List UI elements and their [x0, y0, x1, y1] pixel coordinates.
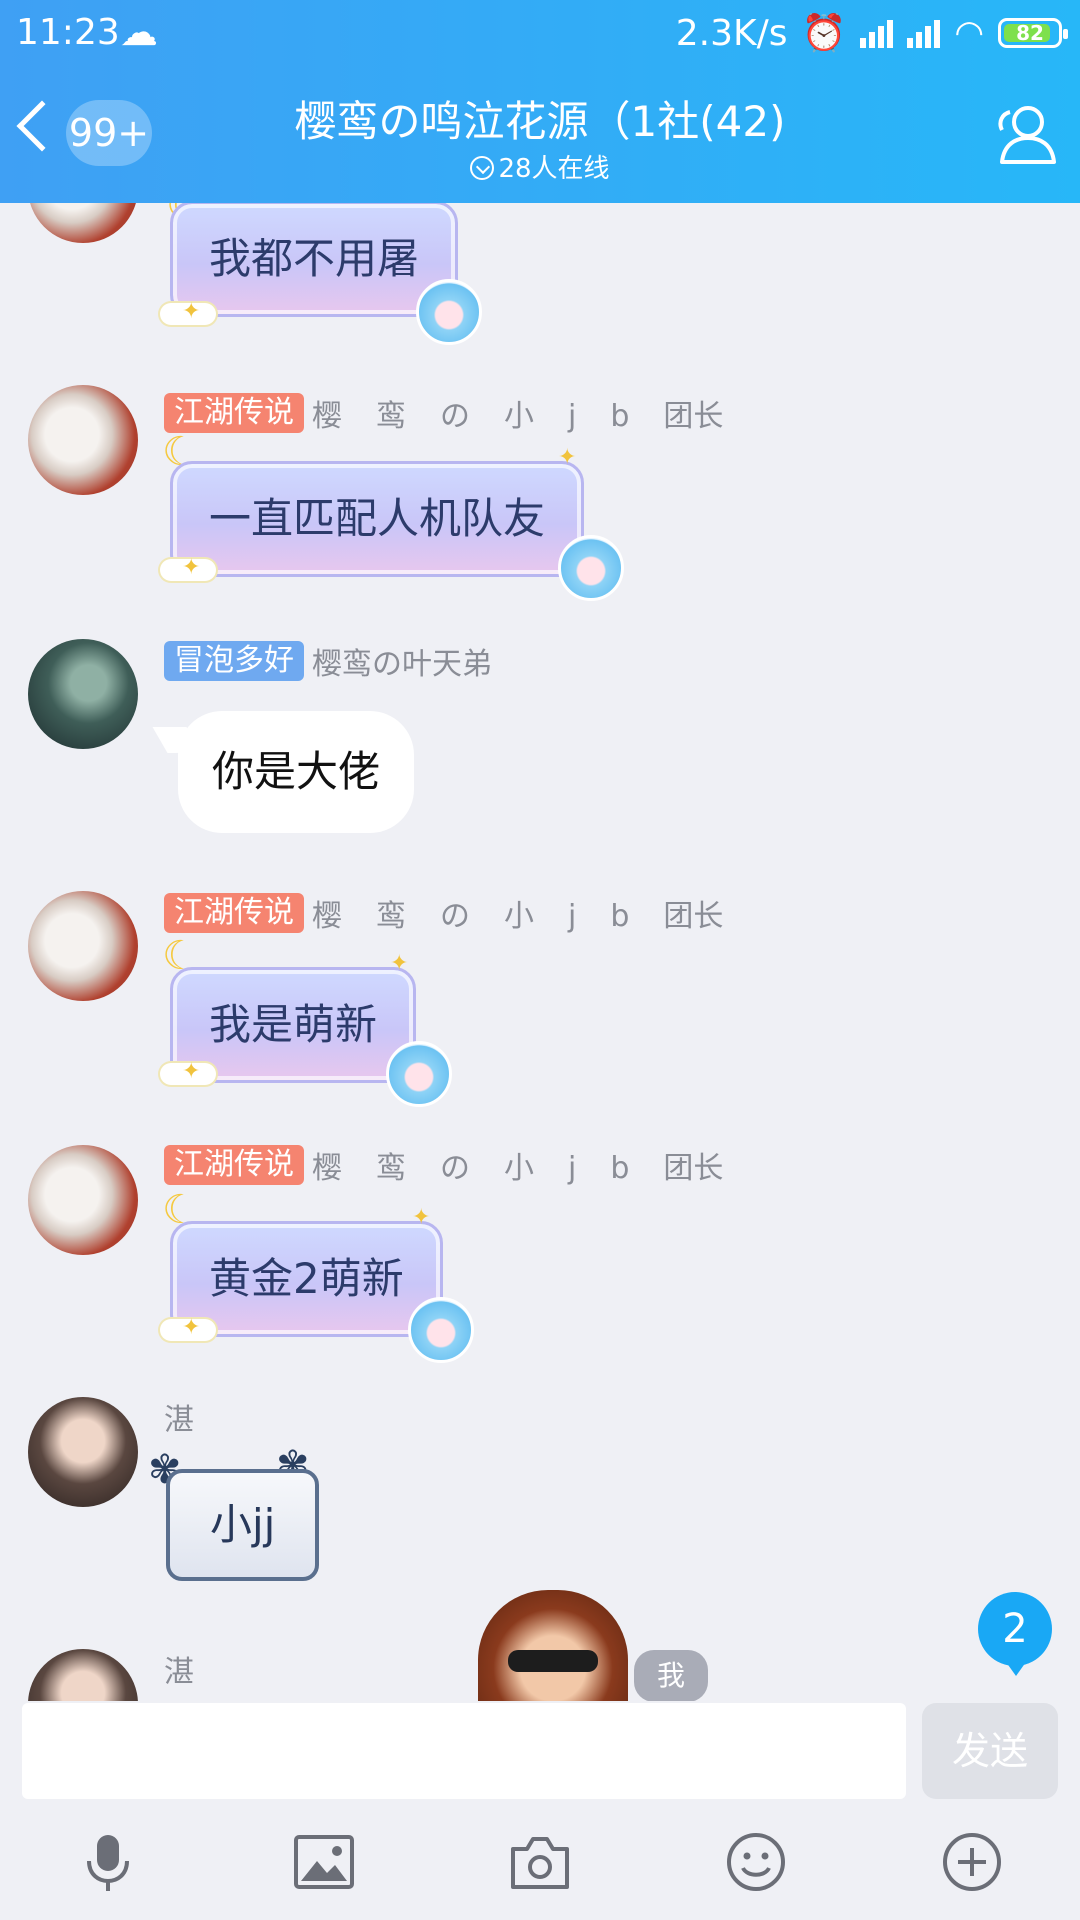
avatar[interactable]: [28, 1649, 138, 1701]
sender-name[interactable]: 樱鸾の叶天弟: [312, 639, 492, 683]
new-messages-badge[interactable]: 2: [978, 1592, 1052, 1676]
image-icon: [294, 1835, 354, 1889]
sender-line: 江湖传说 樱鸾の小jb团长: [164, 391, 723, 435]
group-members-button[interactable]: [988, 98, 1060, 170]
sender-name[interactable]: 樱鸾の小jb团长: [312, 1143, 723, 1187]
sender-line: 冒泡多好 樱鸾の叶天弟: [164, 639, 492, 683]
wifi-icon: ◠: [954, 13, 984, 53]
message-bubble[interactable]: 一直匹配人机队友: [170, 461, 585, 577]
sender-name[interactable]: 樱鸾の小jb团长: [312, 891, 723, 935]
sender-name[interactable]: 湛: [164, 1647, 194, 1691]
chat-header: 11:23 ☁ 2.3K/s ⏰ ◠ 82 99+ 樱鸾の鸣泣花源（1社(42)…: [0, 0, 1080, 203]
net-speed: 2.3K/s: [675, 12, 788, 54]
online-count[interactable]: 28人在线: [300, 148, 780, 185]
chevron-left-icon: [16, 100, 68, 152]
chevron-circle-icon: [470, 156, 495, 180]
emoji-icon: [727, 1833, 785, 1891]
alarm-icon: ⏰: [801, 13, 847, 54]
send-button[interactable]: 发送: [922, 1703, 1058, 1799]
sender-line: 湛: [164, 1395, 194, 1439]
signal-icon: [907, 18, 941, 48]
input-toolbar: [0, 1803, 1080, 1920]
me-label[interactable]: 我: [634, 1650, 708, 1702]
message-bubble[interactable]: 小jj: [166, 1469, 320, 1581]
camera-icon: [511, 1837, 569, 1889]
message-list[interactable]: ☾ 我都不用屠 ✦ 江湖传说 樱鸾の小jb团长 ☾ 一直匹配人机队友 ✦ ✦ 冒…: [0, 203, 1080, 1701]
avatar[interactable]: [28, 203, 138, 243]
avatar[interactable]: [28, 1145, 138, 1255]
title-tag: 江湖传说: [164, 1145, 304, 1185]
group-title[interactable]: 樱鸾の鸣泣花源（1社(42): [160, 88, 920, 149]
message-bubble[interactable]: 你是大佬: [178, 711, 415, 833]
hd-signal-icon: [860, 18, 894, 48]
mascot-decoration: [416, 279, 482, 345]
composer: 发送: [0, 1701, 1080, 1803]
sender-line: 江湖传说 樱鸾の小jb团长: [164, 1143, 723, 1187]
message-input[interactable]: [22, 1703, 906, 1799]
battery-icon: 82: [998, 18, 1068, 48]
status-bar: 11:23 ☁ 2.3K/s ⏰ ◠ 82: [16, 10, 1068, 58]
avatar[interactable]: [28, 385, 138, 495]
sender-line: 江湖传说 樱鸾の小jb团长: [164, 891, 723, 935]
sender-line: 湛: [164, 1647, 194, 1691]
message-bubble[interactable]: 黄金2萌新: [170, 1221, 443, 1337]
cloud-icon: ☁: [120, 10, 158, 54]
sender-name[interactable]: 樱鸾の小jb团长: [312, 391, 723, 435]
mascot-decoration: [558, 535, 624, 601]
plus-icon: [943, 1833, 1001, 1891]
title-tag: 江湖传说: [164, 893, 304, 933]
album-button[interactable]: [293, 1831, 355, 1893]
title-tag: 江湖传说: [164, 393, 304, 433]
avatar[interactable]: [28, 639, 138, 749]
mascot-decoration: [386, 1041, 452, 1107]
camera-button[interactable]: [509, 1831, 571, 1893]
title-tag: 冒泡多好: [164, 641, 304, 681]
mascot-decoration: [408, 1297, 474, 1363]
emoji-button[interactable]: [725, 1831, 787, 1893]
avatar[interactable]: [28, 1397, 138, 1507]
more-button[interactable]: [941, 1831, 1003, 1893]
unread-badge: 99+: [66, 100, 152, 166]
message-bubble[interactable]: 我都不用屠: [170, 203, 459, 317]
status-time: 11:23: [16, 12, 120, 53]
avatar[interactable]: [28, 891, 138, 1001]
sunglasses-decoration: [508, 1650, 598, 1672]
microphone-icon: [87, 1835, 129, 1891]
voice-button[interactable]: [77, 1831, 139, 1893]
sender-name[interactable]: 湛: [164, 1395, 194, 1439]
members-icon: [998, 106, 1056, 164]
back-button[interactable]: 99+: [14, 100, 154, 170]
